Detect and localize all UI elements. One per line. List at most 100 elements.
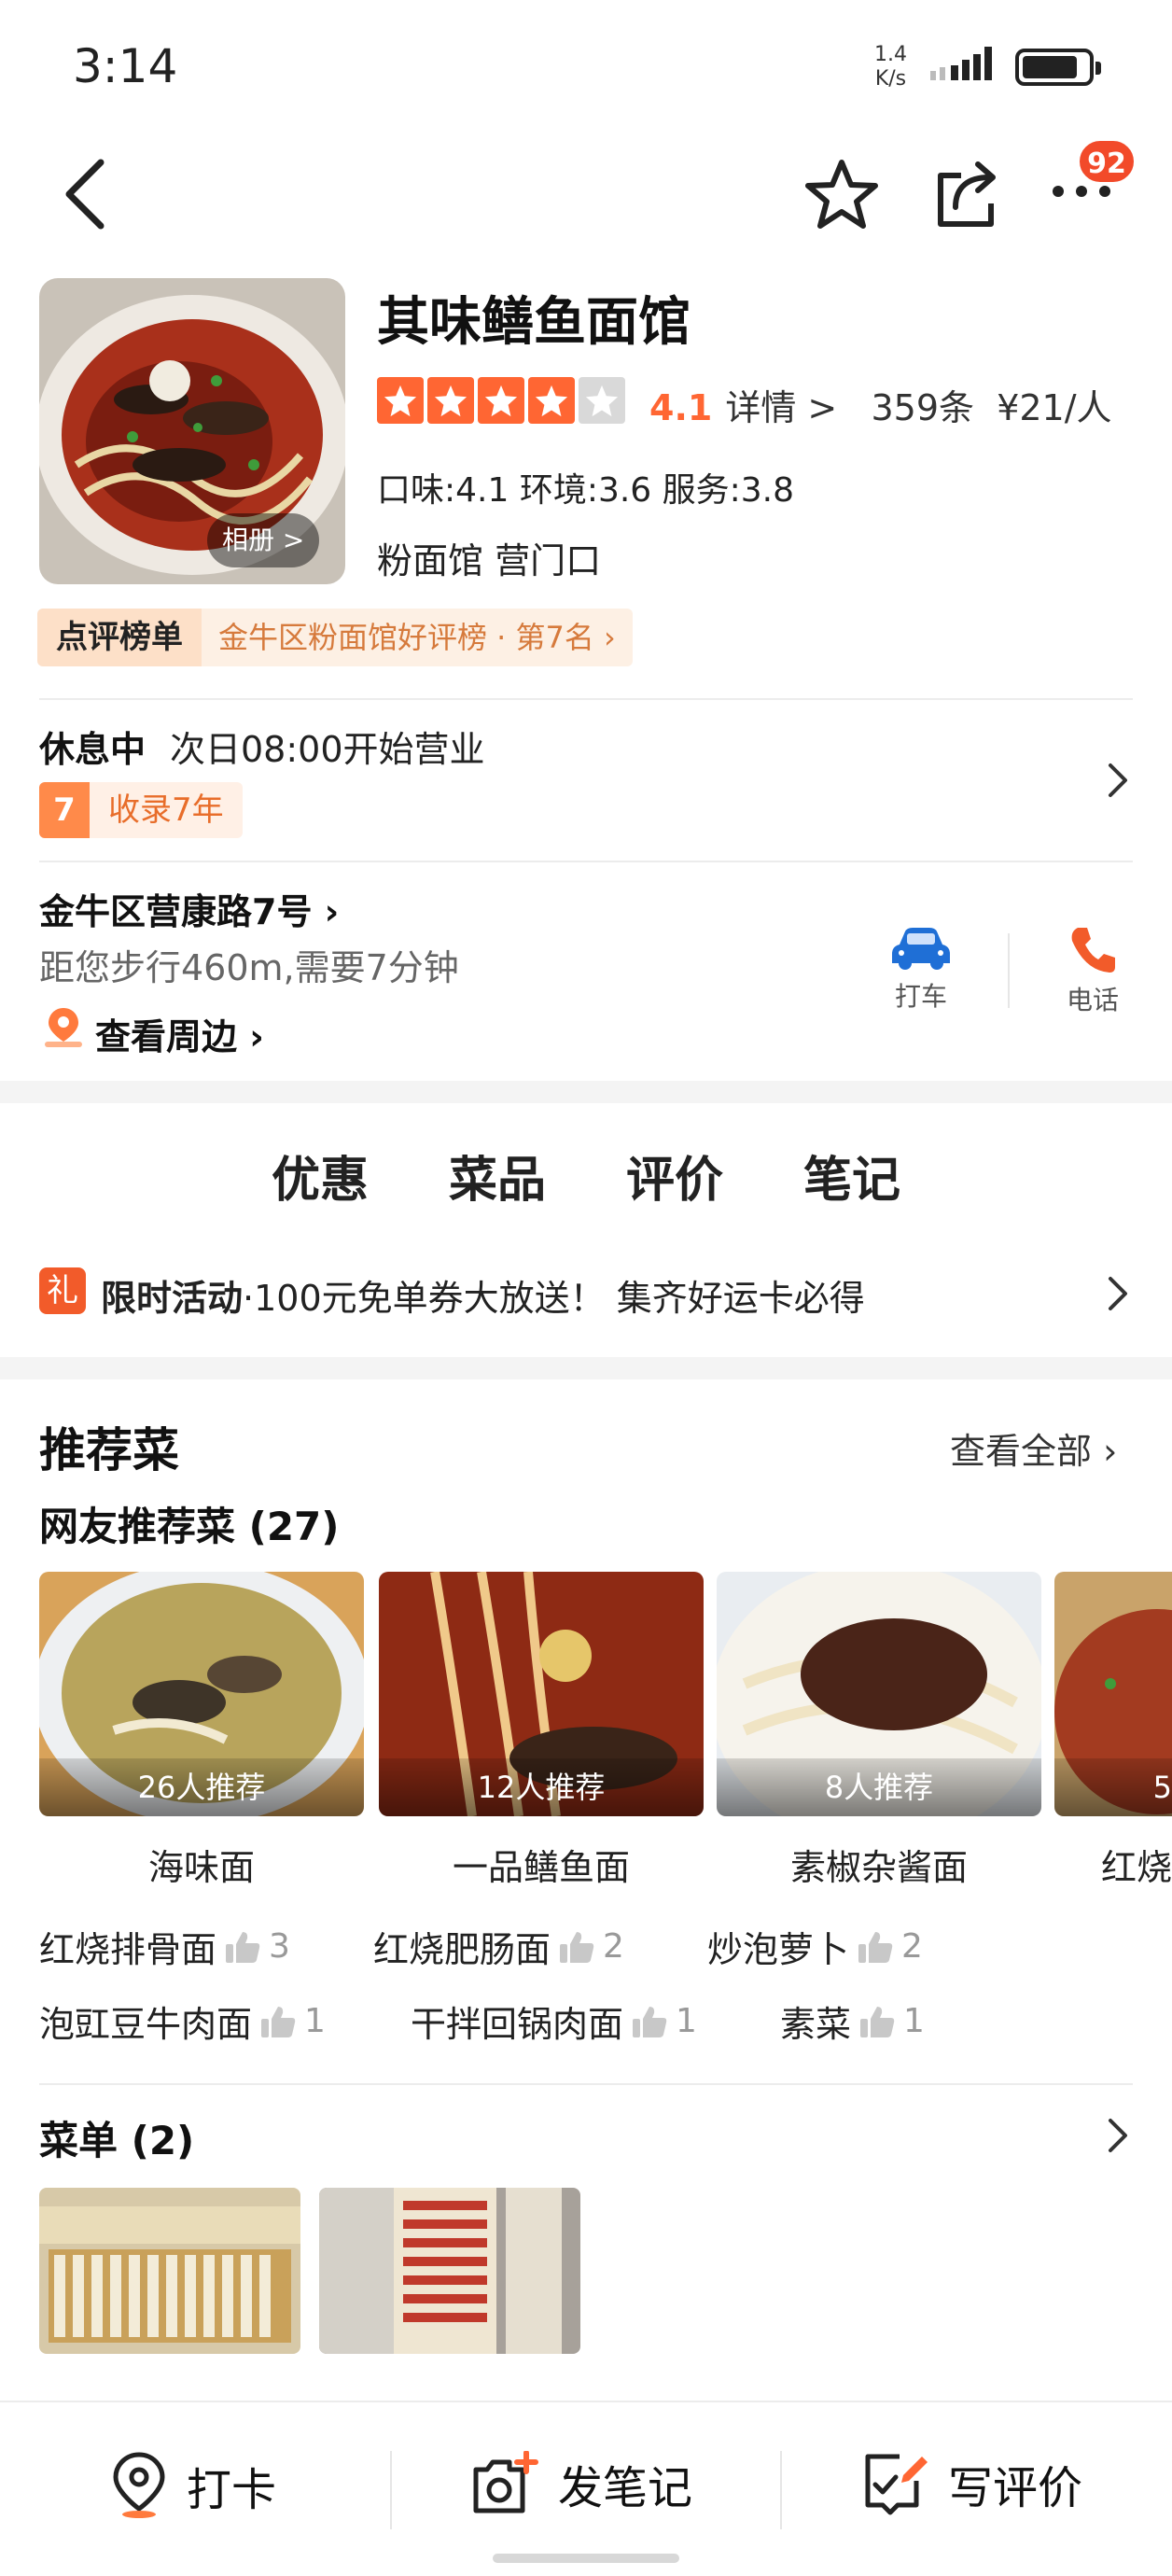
ranking-tag: 点评榜单 — [37, 609, 202, 666]
section-gap — [0, 1081, 1172, 1103]
mini-dish-name: 红烧肥肠面 — [373, 1929, 551, 1970]
mini-dish-count: 1 — [676, 2002, 697, 2040]
gift-icon: 礼 — [39, 1267, 86, 1314]
walking-distance: 距您步行460m,需要7分钟 — [39, 947, 459, 988]
menu-board-image — [39, 2188, 300, 2354]
star-icon — [478, 377, 524, 424]
star-icon — [427, 377, 474, 424]
tab-dishes[interactable]: 菜品 — [449, 1141, 546, 1211]
years-listed-badge: 7 收录7年 — [39, 782, 243, 838]
phone-label: 电话 — [1066, 985, 1119, 1015]
view-nearby-link[interactable]: 查看周边 › — [95, 1008, 264, 1059]
checkin-button[interactable]: 打卡 — [108, 2451, 276, 2520]
content-tabs: 优惠 菜品 评价 笔记 — [0, 1141, 1172, 1211]
divider — [39, 698, 1133, 700]
recommend-subtitle: 网友推荐菜 (27) — [39, 1504, 340, 1549]
dish-card[interactable]: 5 — [1054, 1572, 1172, 1816]
menu-board-image — [319, 2188, 580, 2354]
phone-button[interactable]: 电话 — [1054, 924, 1131, 1017]
mini-dish-count: 2 — [901, 1927, 923, 1966]
rating-stars — [377, 377, 625, 424]
tab-notes[interactable]: 笔记 — [803, 1141, 900, 1211]
mini-dish-name: 干拌回锅肉面 — [411, 2004, 624, 2045]
divider — [780, 2451, 782, 2529]
chevron-right-icon[interactable] — [1107, 1275, 1129, 1312]
rating-score: 4.1 — [649, 387, 713, 428]
mini-dish-name: 素菜 — [780, 2004, 852, 2045]
divider — [390, 2451, 392, 2529]
signal-icon — [930, 47, 992, 80]
dish-card[interactable]: 12人推荐 — [379, 1572, 704, 1816]
thumbs-up-icon — [261, 2006, 296, 2037]
ranking-banner[interactable]: 点评榜单 金牛区粉面馆好评榜 · 第7名 › — [37, 609, 633, 666]
battery-icon — [1015, 49, 1101, 86]
recommend-title: 推荐菜 — [39, 1423, 179, 1477]
home-indicator — [493, 2554, 679, 2563]
shop-name: 其味鳝鱼面馆 — [377, 292, 691, 353]
album-button[interactable]: 相册 > — [207, 513, 320, 567]
mini-dish-item[interactable]: 干拌回锅肉面 1 — [411, 1995, 697, 2047]
dish-card[interactable]: 8人推荐 — [717, 1572, 1041, 1816]
notification-badge: 92 — [1077, 138, 1137, 185]
post-note-button[interactable]: 发笔记 — [470, 2451, 692, 2516]
dish-name: 海味面 — [147, 1847, 255, 1888]
mini-dish-item[interactable]: 泡豇豆牛肉面 1 — [39, 1995, 326, 2047]
back-icon[interactable] — [62, 157, 108, 231]
dish-recommend-count: 8人推荐 — [717, 1758, 1041, 1816]
mini-dish-count: 1 — [304, 2002, 326, 2040]
nearby-pin-icon — [45, 1008, 82, 1047]
promo-banner[interactable]: 限时活动·100元免单券大放送！ 集齐好运卡必得 — [101, 1269, 865, 1321]
review-count: 359条 — [871, 387, 975, 428]
mini-dish-name: 泡豇豆牛肉面 — [39, 2004, 253, 2045]
details-link[interactable]: 详情 > — [725, 387, 837, 428]
mini-dish-name: 红烧排骨面 — [39, 1929, 217, 1970]
section-gap — [0, 1357, 1172, 1379]
rating-line: 4.1 详情 > 359条 ¥21/人 — [649, 379, 1112, 430]
menu-title: 菜单 (2) — [39, 2118, 195, 2163]
thumbs-up-icon — [860, 2006, 895, 2037]
shop-category: 粉面馆 营门口 — [377, 540, 602, 581]
dish-name: 红烧 — [1101, 1847, 1172, 1888]
network-speed: 1.4 K/s — [874, 43, 907, 91]
edit-review-icon — [865, 2454, 928, 2515]
share-icon[interactable] — [933, 159, 1004, 230]
mini-dish-item[interactable]: 红烧排骨面 3 — [39, 1921, 290, 1972]
taxi-button[interactable]: 打车 — [883, 924, 959, 1014]
favorite-star-icon[interactable] — [804, 157, 879, 231]
tab-deals[interactable]: 优惠 — [267, 1141, 373, 1211]
thumbs-up-icon — [560, 1931, 594, 1963]
dish-recommend-count: 26人推荐 — [39, 1758, 364, 1816]
thumbs-up-icon — [226, 1931, 260, 1963]
menu-photo[interactable] — [39, 2188, 300, 2354]
mini-dish-count: 2 — [603, 1927, 624, 1966]
shop-address[interactable]: 金牛区营康路7号 › — [39, 883, 339, 934]
net-speed-value: 1.4 — [874, 43, 907, 66]
dish-card[interactable]: 26人推荐 — [39, 1572, 364, 1816]
chevron-right-icon[interactable] — [1107, 762, 1129, 799]
mini-dish-item[interactable]: 素菜 1 — [780, 1995, 925, 2047]
write-review-button[interactable]: 写评价 — [862, 2451, 1082, 2516]
chevron-right-icon[interactable] — [1107, 2117, 1129, 2154]
see-all-link[interactable]: 查看全部 › — [950, 1422, 1117, 1474]
taxi-label: 打车 — [894, 981, 947, 1012]
dish-name: 素椒杂酱面 — [789, 1847, 968, 1888]
ranking-text: 金牛区粉面馆好评榜 · 第7名 › — [202, 609, 633, 666]
dish-recommend-count: 12人推荐 — [379, 1758, 704, 1816]
years-number: 7 — [39, 782, 90, 838]
menu-photo[interactable] — [319, 2188, 580, 2354]
net-speed-unit: K/s — [874, 67, 907, 91]
checkin-label: 打卡 — [187, 2464, 277, 2516]
star-icon — [377, 377, 424, 424]
post-note-label: 发笔记 — [558, 2462, 693, 2514]
dish-recommend-count: 5 — [1054, 1758, 1172, 1816]
promo-title: 限时活动 — [101, 1278, 244, 1319]
divider — [39, 2083, 1133, 2085]
business-status: 休息中 — [39, 729, 146, 770]
phone-icon — [1071, 928, 1115, 973]
tab-reviews[interactable]: 评价 — [626, 1141, 723, 1211]
thumbs-up-icon — [858, 1931, 893, 1963]
mini-dish-count: 1 — [903, 2002, 925, 2040]
mini-dish-item[interactable]: 红烧肥肠面 2 — [373, 1921, 624, 1972]
star-icon — [528, 377, 575, 424]
mini-dish-item[interactable]: 炒泡萝卜 2 — [707, 1921, 923, 1972]
